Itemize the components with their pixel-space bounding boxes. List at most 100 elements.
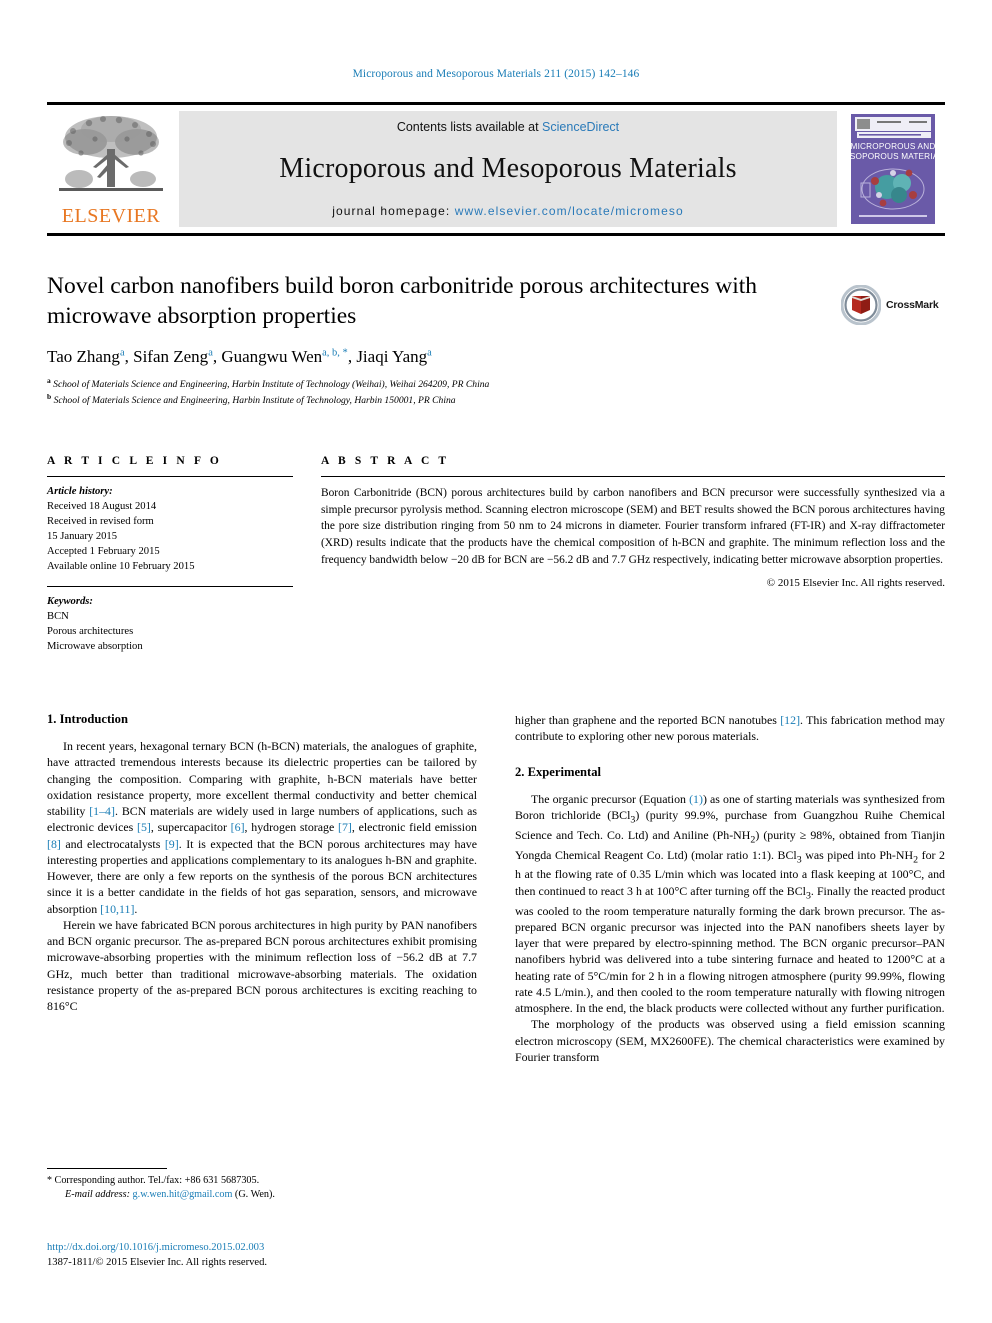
contents-prefix: Contents lists available at (396, 120, 543, 134)
affiliation-mark: b (47, 391, 52, 401)
footnote-block: * Corresponding author. Tel./fax: +86 63… (47, 1168, 477, 1203)
email-label: E-mail address: (65, 1189, 130, 1201)
article-history-group: Article history: Received 18 August 2014… (47, 477, 293, 574)
text-run: , supercapacitor (150, 820, 231, 835)
text-run: . (134, 901, 138, 916)
experimental-paragraph-1: The organic precursor (Equation (1)) as … (515, 791, 945, 1017)
experimental-paragraph-2: The morphology of the products was obser… (515, 1017, 945, 1064)
author-entry: Guangwu Wena, b, * (221, 347, 347, 366)
abstract-copyright: © 2015 Elsevier Inc. All rights reserved… (766, 577, 945, 590)
text-run: was piped into Ph-NH (801, 847, 914, 862)
journal-cover-thumbnail: MICROPOROUS AND MESOPOROUS MATERIALS (841, 105, 945, 233)
email-suffix: (G. Wen). (234, 1189, 275, 1201)
sciencedirect-link[interactable]: ScienceDirect (542, 120, 619, 134)
author-affiliation-mark: a (119, 347, 125, 359)
abstract-text: Boron Carbonitride (BCN) porous architec… (321, 487, 945, 566)
contents-available-line: Contents lists available at ScienceDirec… (397, 120, 619, 134)
text-run: , hydrogen storage (244, 820, 338, 835)
section-heading-introduction: 1. Introduction (47, 712, 128, 726)
article-info-column: A R T I C L E I N F O Article history: R… (47, 455, 293, 654)
affiliation-text: School of Materials Science and Engineer… (53, 378, 490, 390)
history-item: Received 18 August 2014 (47, 501, 157, 513)
elsevier-logo: ELSEVIER (47, 105, 175, 233)
citation-ref[interactable]: [9] (165, 837, 179, 851)
affiliation-text: School of Materials Science and Engineer… (53, 394, 456, 406)
affiliation-list: a School of Materials Science and Engine… (47, 376, 827, 408)
affiliation-item: a School of Materials Science and Engine… (47, 376, 827, 392)
author-affiliation-mark: a, b, * (322, 347, 348, 359)
author-entry: Jiaqi Yanga (356, 347, 432, 366)
asterisk-icon: * (47, 1175, 52, 1186)
left-column: 1. Introduction In recent years, hexagon… (47, 712, 477, 1232)
author-affiliation-mark: a (427, 347, 432, 359)
keywords-label: Keywords: (47, 596, 93, 608)
right-column: higher than graphene and the reported BC… (515, 712, 945, 1232)
keyword-item: BCN (47, 611, 69, 623)
citation-ref[interactable]: [6] (231, 820, 245, 834)
author-name: Guangwu Wen (221, 347, 323, 367)
issn-copyright-line: 1387-1811/© 2015 Elsevier Inc. All right… (47, 1257, 268, 1269)
citation-ref[interactable]: [12] (780, 713, 800, 727)
info-abstract-region: A R T I C L E I N F O Article history: R… (47, 455, 945, 654)
journal-title: Microporous and Mesoporous Materials (279, 153, 737, 184)
crossmark-badge[interactable]: CrossMark (841, 278, 951, 332)
citation-ref[interactable]: [10,11] (100, 902, 134, 916)
body-columns: 1. Introduction In recent years, hexagon… (47, 712, 945, 1232)
author-list: Tao Zhanga, Sifan Zenga, Guangwu Wena, b… (47, 347, 432, 367)
history-item: Available online 10 February 2015 (47, 561, 195, 573)
text-run: , electronic field emission (351, 820, 477, 835)
history-item: Accepted 1 February 2015 (47, 546, 160, 558)
keyword-item: Porous architectures (47, 626, 134, 638)
doi-block: http://dx.doi.org/10.1016/j.micromeso.20… (47, 1240, 477, 1271)
page-title: Novel carbon nanofibers build boron carb… (47, 273, 758, 329)
keyword-item: Microwave absorption (47, 641, 143, 653)
section-heading-experimental: 2. Experimental (515, 764, 602, 779)
author-name: Tao Zhang (47, 347, 120, 367)
cover-title-line2: MESOPOROUS MATERIALS (847, 152, 939, 161)
running-head: Microporous and Mesoporous Materials 211… (352, 68, 640, 80)
footnote-rule (47, 1168, 167, 1169)
author-affiliation-mark: a (208, 347, 213, 359)
equation-ref[interactable]: (1) (689, 792, 703, 806)
keywords-group: Keywords: BCN Porous architectures Micro… (47, 587, 293, 654)
author-name: Sifan Zeng (133, 347, 209, 367)
title-block: Novel carbon nanofibers build boron carb… (47, 272, 827, 408)
crossmark-label: CrossMark (886, 299, 939, 311)
crossmark-icon (841, 285, 881, 325)
citation-ref[interactable]: [7] (338, 820, 352, 834)
article-history-label: Article history: (47, 486, 113, 497)
author-entry: Sifan Zenga (133, 347, 213, 366)
journal-masthead: ELSEVIER Contents lists available at Sci… (47, 102, 945, 236)
history-item: 15 January 2015 (47, 531, 118, 543)
citation-ref[interactable]: [8] (47, 837, 61, 851)
citation-ref[interactable]: [5] (137, 820, 151, 834)
abstract-heading: A B S T R A C T (321, 455, 450, 467)
affiliation-item: b School of Materials Science and Engine… (47, 392, 827, 408)
intro-paragraph-1: In recent years, hexagonal ternary BCN (… (47, 738, 477, 917)
affiliation-mark: a (47, 375, 51, 385)
journal-homepage-line: journal homepage: www.elsevier.com/locat… (332, 204, 684, 218)
masthead-center-panel: Contents lists available at ScienceDirec… (179, 111, 837, 227)
elsevier-wordmark: ELSEVIER (61, 205, 161, 227)
author-name: Jiaqi Yang (356, 347, 428, 367)
journal-homepage-link[interactable]: www.elsevier.com/locate/micromeso (455, 204, 684, 218)
paper-page: Microporous and Mesoporous Materials 211… (0, 0, 992, 1323)
text-run: and electrocatalysts (60, 836, 165, 851)
abstract-column: A B S T R A C T Boron Carbonitride (BCN)… (321, 455, 945, 654)
corresponding-author-note: * Corresponding author. Tel./fax: +86 63… (47, 1174, 477, 1188)
email-note: E-mail address: g.w.wen.hit@gmail.com (G… (47, 1188, 477, 1202)
text-run: The organic precursor (Equation (531, 791, 690, 806)
intro-continuation-paragraph: higher than graphene and the reported BC… (515, 712, 945, 745)
text-run: higher than graphene and the reported BC… (515, 713, 781, 727)
citation-ref[interactable]: [1–4] (89, 804, 115, 818)
author-entry: Tao Zhanga (47, 347, 125, 366)
email-link[interactable]: g.w.wen.hit@gmail.com (133, 1189, 233, 1200)
history-item: Received in revised form (47, 516, 154, 528)
homepage-prefix: journal homepage: (332, 204, 455, 218)
article-info-heading: A R T I C L E I N F O (47, 455, 222, 467)
doi-link[interactable]: http://dx.doi.org/10.1016/j.micromeso.20… (47, 1242, 264, 1253)
elsevier-tree-icon (59, 116, 163, 191)
doi-line: http://dx.doi.org/10.1016/j.micromeso.20… (47, 1240, 477, 1255)
cover-image: MICROPOROUS AND MESOPOROUS MATERIALS (847, 111, 939, 227)
intro-paragraph-2: Herein we have fabricated BCN porous arc… (47, 917, 477, 1013)
